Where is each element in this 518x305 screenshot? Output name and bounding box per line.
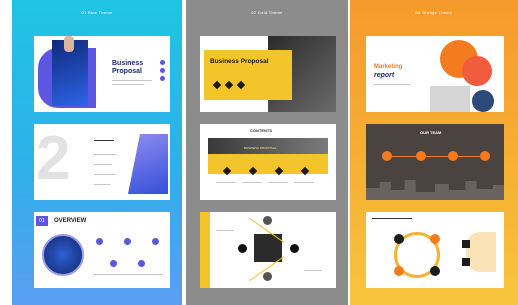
divider xyxy=(112,84,144,85)
square-icon xyxy=(462,258,470,266)
node-icon xyxy=(263,216,272,225)
node-icon xyxy=(430,234,440,244)
cover-title: Business Proposal xyxy=(210,58,269,65)
dot-icon xyxy=(160,68,165,73)
text-line xyxy=(94,154,116,155)
globe-icon xyxy=(42,234,84,276)
node-icon xyxy=(238,244,247,253)
text-line xyxy=(94,164,112,165)
fingers-icon xyxy=(64,36,74,52)
cover-title-line2: Proposal xyxy=(112,68,142,75)
skyline-shape xyxy=(366,180,504,200)
user-icon xyxy=(124,238,131,245)
blob-shape xyxy=(462,56,492,86)
node-icon xyxy=(382,151,392,161)
cover-title-line1: Business xyxy=(112,60,144,67)
column-label: 01 Blue Theme xyxy=(81,10,113,15)
overview-title: OVERVIEW xyxy=(54,218,87,224)
cover-title-line1: Marketing xyxy=(374,64,403,70)
user-icon xyxy=(138,260,145,267)
section-title: CONTENTS xyxy=(250,128,272,133)
square-icon xyxy=(462,240,470,248)
overview-number: 01 xyxy=(36,216,48,226)
cover-title-line2: report xyxy=(374,72,395,79)
agenda-number: 2 xyxy=(36,124,71,193)
node-icon xyxy=(290,244,299,253)
divider xyxy=(112,80,152,81)
node-icon xyxy=(394,266,404,276)
slide-cover[interactable]: Marketing report xyxy=(366,36,504,112)
text-line xyxy=(94,174,116,175)
text-line xyxy=(94,184,110,185)
slide-cover[interactable]: Business Proposal xyxy=(200,36,336,112)
theme-column-orange: 03 Orange Theme Marketing report OUR TEA… xyxy=(350,0,518,305)
heading-bar xyxy=(94,140,114,141)
heading-bar xyxy=(372,218,412,219)
user-icon xyxy=(110,260,117,267)
slide-stats[interactable]: OUR TEAM xyxy=(366,124,504,200)
slide-cover[interactable]: Business Proposal xyxy=(34,36,170,112)
node-icon xyxy=(448,151,458,161)
stats-title: OUR TEAM xyxy=(420,130,442,135)
slide-process[interactable] xyxy=(366,212,504,288)
node-icon xyxy=(394,234,404,244)
chart-icon xyxy=(128,134,168,194)
side-bar xyxy=(200,212,210,288)
text-line xyxy=(94,274,162,275)
text-line xyxy=(242,182,262,183)
dot-icon xyxy=(160,60,165,65)
user-icon xyxy=(96,238,103,245)
theme-column-blue: 01 Blue Theme Business Proposal 2 01 OVE… xyxy=(12,0,182,305)
banner-text: BUSINESS PROPOSAL xyxy=(244,146,277,150)
text-line xyxy=(216,182,236,183)
theme-column-gold: 02 Gold Theme Business Proposal CONTENTS… xyxy=(186,0,348,305)
node-icon xyxy=(430,266,440,276)
side-panel xyxy=(466,232,496,272)
column-label: 02 Gold Theme xyxy=(251,10,283,15)
node-icon xyxy=(480,151,490,161)
text-line xyxy=(304,270,322,271)
city-photo xyxy=(430,86,470,112)
column-label: 03 Orange Theme xyxy=(415,10,453,15)
node-icon xyxy=(263,272,272,281)
slide-diagram[interactable] xyxy=(200,212,336,288)
text-line xyxy=(268,182,288,183)
photo-circle xyxy=(472,90,494,112)
text-line xyxy=(294,182,314,183)
node-icon xyxy=(416,151,426,161)
timeline xyxy=(386,156,484,157)
slide-agenda[interactable]: 2 xyxy=(34,124,170,200)
user-icon xyxy=(152,238,159,245)
slide-contents[interactable]: CONTENTS BUSINESS PROPOSAL xyxy=(200,124,336,200)
text-line xyxy=(374,84,410,85)
text-line xyxy=(216,230,234,231)
dot-icon xyxy=(160,76,165,81)
slide-overview[interactable]: 01 OVERVIEW xyxy=(34,212,170,288)
